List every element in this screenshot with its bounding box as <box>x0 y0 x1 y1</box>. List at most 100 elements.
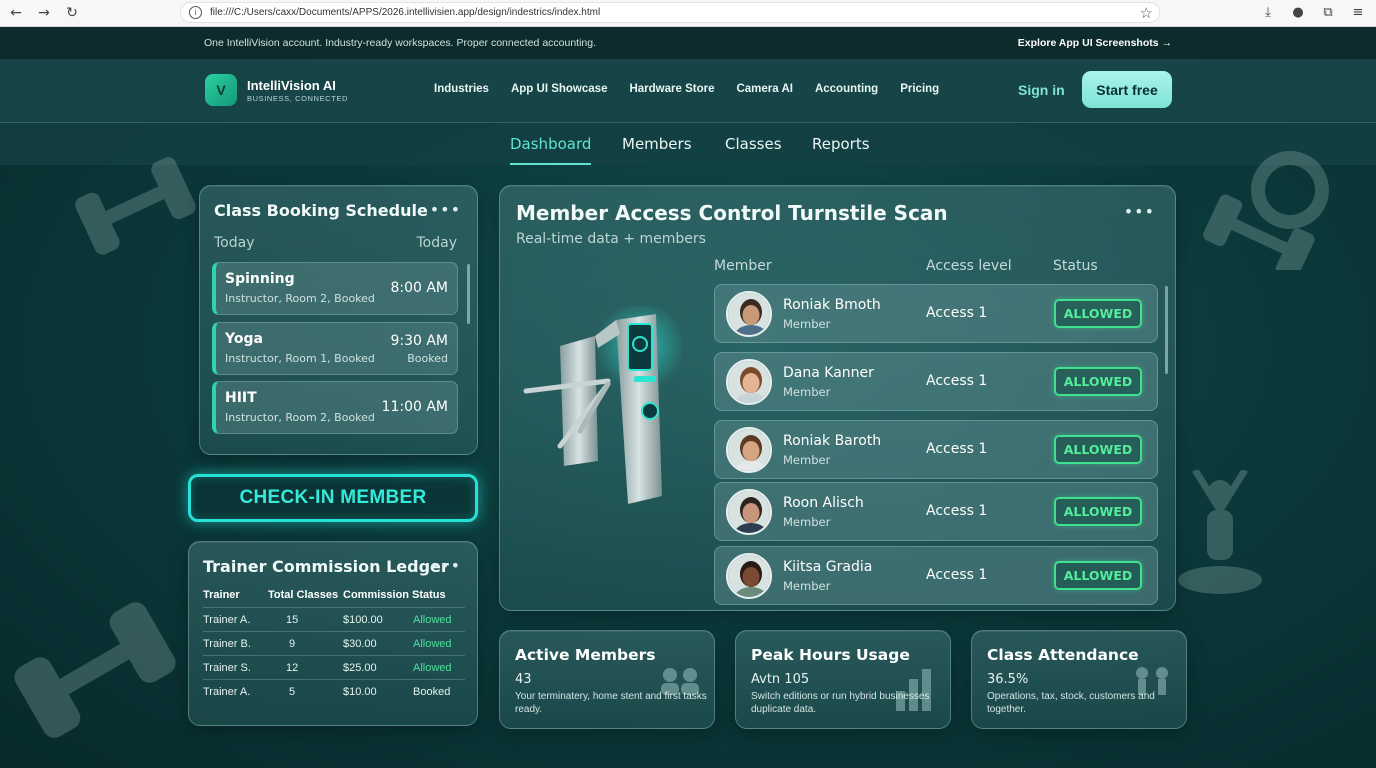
reload-icon[interactable]: ↻ <box>58 2 86 24</box>
status-badge[interactable]: ALLOWED <box>1054 367 1142 396</box>
avatar <box>726 427 772 473</box>
trainer-cell: Trainer S. <box>203 662 251 674</box>
member-name: Kiitsa Gradia <box>783 559 873 575</box>
class-booking-title: Class Booking Schedule <box>214 201 428 220</box>
back-icon[interactable]: ← <box>2 2 30 24</box>
class-attendance-card[interactable]: Class Attendance 36.5% Operations, tax, … <box>971 630 1187 729</box>
brand-tagline: BUSINESS, CONNECTED <box>247 94 348 103</box>
nav-pricing[interactable]: Pricing <box>900 83 939 95</box>
account-icon[interactable]: ● <box>1288 2 1308 22</box>
class-card-yoga[interactable]: Yoga Instructor, Room 1, Booked 9:30 AM … <box>212 322 458 375</box>
site-info-icon[interactable]: i <box>189 6 202 19</box>
nav-camera-ai[interactable]: Camera AI <box>736 83 792 95</box>
member-name: Roniak Baroth <box>783 433 882 449</box>
active-members-card[interactable]: Active Members 43 Your terminatery, home… <box>499 630 715 729</box>
col-member: Member <box>714 258 772 274</box>
nav-industries[interactable]: Industries <box>434 83 489 95</box>
class-name: Yoga <box>225 331 263 347</box>
member-access-level: Access 1 <box>926 503 988 519</box>
trainer-cell: Trainer B. <box>203 638 251 650</box>
day-selector[interactable]: Today <box>417 235 458 251</box>
class-time: 8:00 AM <box>390 280 448 296</box>
col-commission: Commission <box>343 589 410 601</box>
dumbbell-background-icon <box>75 157 196 255</box>
announcement-text: One IntelliVision account. Industry-read… <box>204 37 597 49</box>
class-detail: Instructor, Room 2, Booked <box>225 292 375 305</box>
class-card-hiit[interactable]: HIIT Instructor, Room 2, Booked 11:00 AM <box>212 381 458 434</box>
attendance-icon <box>1136 667 1168 695</box>
schedule-scrollbar[interactable] <box>467 264 470 324</box>
status-badge[interactable]: ALLOWED <box>1054 299 1142 328</box>
explore-screenshots-link[interactable]: Explore App UI Screenshots → <box>1018 37 1172 49</box>
member-role: Member <box>783 385 831 399</box>
tab-classes[interactable]: Classes <box>725 135 782 153</box>
stat-title: Peak Hours Usage <box>751 646 910 664</box>
people-icon <box>661 668 699 695</box>
bookmark-star-icon[interactable]: ☆ <box>1140 4 1153 22</box>
table-row[interactable]: Trainer S. 12 $25.00 Allowed <box>203 655 465 679</box>
stat-title: Active Members <box>515 646 656 664</box>
turnstile-icon <box>523 306 685 504</box>
class-time: 11:00 AM <box>381 399 448 415</box>
member-row[interactable]: Dana Kanner Member Access 1 ALLOWED <box>714 352 1158 411</box>
status-badge[interactable]: ALLOWED <box>1054 435 1142 464</box>
status-cell: Booked <box>413 686 451 698</box>
status-badge[interactable]: ALLOWED <box>1054 561 1142 590</box>
logo-icon[interactable]: V <box>205 74 237 106</box>
member-row[interactable]: Roniak Baroth Member Access 1 ALLOWED <box>714 420 1158 479</box>
sign-in-link[interactable]: Sign in <box>1018 82 1065 98</box>
table-row[interactable]: Trainer A. 5 $10.00 Booked <box>203 679 465 703</box>
col-total-classes: Total Classes <box>268 589 339 601</box>
nav-hardware-store[interactable]: Hardware Store <box>629 83 714 95</box>
forward-icon[interactable]: → <box>30 2 58 24</box>
member-access-level: Access 1 <box>926 441 988 457</box>
member-row[interactable]: Roon Alisch Member Access 1 ALLOWED <box>714 482 1158 541</box>
table-row[interactable]: Trainer B. 9 $30.00 Allowed <box>203 631 465 655</box>
more-options-icon[interactable]: ••• <box>430 200 461 219</box>
nav-accounting[interactable]: Accounting <box>815 83 878 95</box>
col-status: Status <box>412 589 446 601</box>
avatar <box>726 359 772 405</box>
announcement-bar: One IntelliVision account. Industry-read… <box>0 27 1376 59</box>
classes-cell: 5 <box>289 686 296 698</box>
extensions-icon[interactable]: ⧉ <box>1318 2 1338 22</box>
member-name: Roon Alisch <box>783 495 864 511</box>
site-header: V IntelliVision AI BUSINESS, CONNECTED I… <box>0 59 1376 123</box>
access-control-subtitle: Real-time data + members <box>516 231 706 247</box>
barbell-background-icon <box>1203 151 1329 270</box>
menu-icon[interactable]: ≡ <box>1348 2 1368 22</box>
nav-app-ui-showcase[interactable]: App UI Showcase <box>511 83 608 95</box>
member-role: Member <box>783 317 831 331</box>
download-icon[interactable]: ⤓ <box>1258 2 1278 22</box>
status-badge[interactable]: ALLOWED <box>1054 497 1142 526</box>
check-in-member-button[interactable]: CHECK-IN MEMBER <box>188 474 478 522</box>
main-nav: Industries App UI Showcase Hardware Stor… <box>434 83 939 95</box>
class-name: Spinning <box>225 271 295 287</box>
start-free-button[interactable]: Start free <box>1082 71 1172 108</box>
tab-members[interactable]: Members <box>622 135 692 153</box>
member-role: Member <box>783 515 831 529</box>
address-bar[interactable]: i file:///C:/Users/caxx/Documents/APPS/2… <box>180 2 1160 23</box>
member-row[interactable]: Kiitsa Gradia Member Access 1 ALLOWED <box>714 546 1158 605</box>
classes-cell: 15 <box>286 614 299 626</box>
class-detail: Instructor, Room 2, Booked <box>225 411 375 424</box>
more-options-icon[interactable]: ••• <box>1124 202 1155 221</box>
member-row[interactable]: Roniak Bmoth Member Access 1 ALLOWED <box>714 284 1158 343</box>
col-access-level: Access level <box>926 258 1012 274</box>
stat-value: Avtn 105 <box>751 672 810 687</box>
tab-reports[interactable]: Reports <box>812 135 870 153</box>
url-text: file:///C:/Users/caxx/Documents/APPS/202… <box>210 7 601 18</box>
peak-hours-card[interactable]: Peak Hours Usage Avtn 105 Switch edition… <box>735 630 951 729</box>
stat-value: 43 <box>515 672 532 687</box>
class-card-spinning[interactable]: Spinning Instructor, Room 2, Booked 8:00… <box>212 262 458 315</box>
table-row[interactable]: Trainer A. 15 $100.00 Allowed <box>203 607 465 631</box>
member-name: Roniak Bmoth <box>783 297 881 313</box>
trainer-ledger-panel: Trainer Commission Ledger ••• Trainer To… <box>188 541 478 726</box>
more-options-icon[interactable]: ••• <box>430 556 461 575</box>
member-role: Member <box>783 453 831 467</box>
members-scrollbar[interactable] <box>1165 286 1168 374</box>
tab-dashboard[interactable]: Dashboard <box>510 135 592 165</box>
brand-name[interactable]: IntelliVision AI <box>247 78 336 93</box>
col-status: Status <box>1053 258 1098 274</box>
avatar <box>726 553 772 599</box>
